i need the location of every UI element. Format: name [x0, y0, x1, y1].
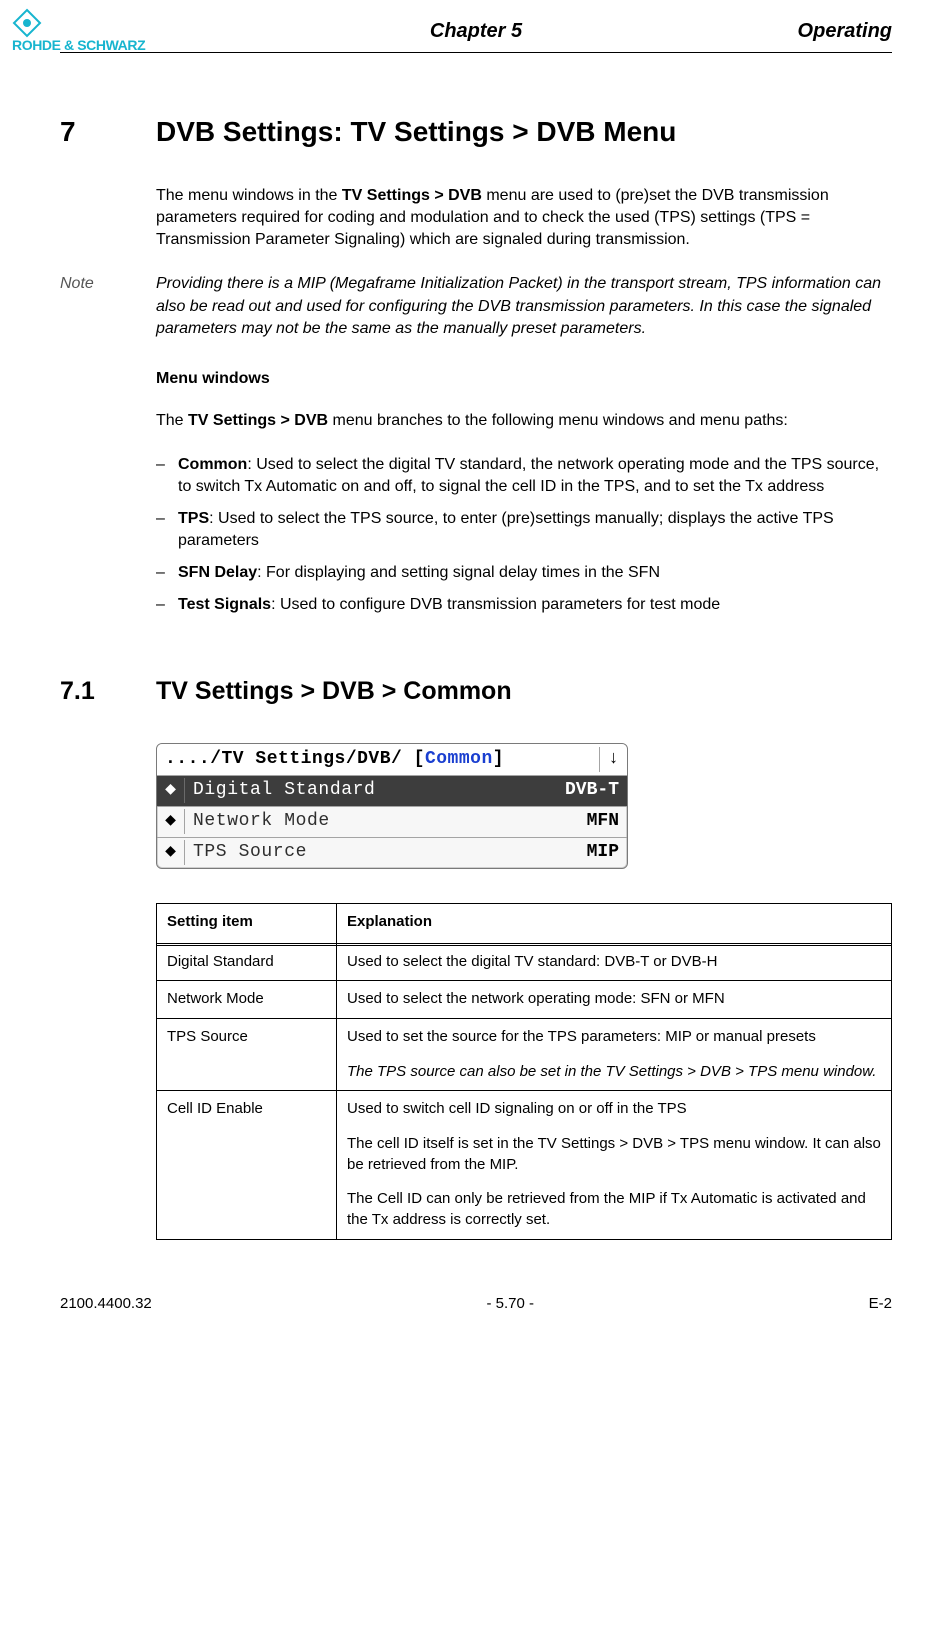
- list-item-title: SFN Delay: [178, 564, 257, 581]
- list-item: Test Signals: Used to configure DVB tran…: [156, 594, 892, 616]
- table-cell-explanation: Used to select the network operating mod…: [337, 981, 892, 1019]
- list-item-title: Common: [178, 456, 247, 473]
- table-row: Network Mode Used to select the network o…: [157, 981, 892, 1019]
- bracket-close: ]: [493, 749, 504, 769]
- table-header-row: Setting item Explanation: [157, 903, 892, 943]
- device-menu-screenshot: ..../TV Settings/DVB/ [Common] ↓ ◆ Digit…: [156, 743, 628, 869]
- menu-path-row: ..../TV Settings/DVB/ [Common] ↓: [157, 744, 627, 775]
- bracket-open: [: [414, 749, 425, 769]
- table-cell-paragraph: Used to set the source for the TPS param…: [347, 1027, 881, 1048]
- table-header-explanation: Explanation: [337, 903, 892, 943]
- settings-table: Setting item Explanation Digital Standar…: [156, 903, 892, 1240]
- branches-paragraph: The TV Settings > DVB menu branches to t…: [156, 410, 892, 432]
- down-arrow-icon: ↓: [599, 747, 627, 772]
- menu-path-current: Common: [425, 749, 493, 769]
- menu-path: ..../TV Settings/DVB/ [Common]: [157, 747, 599, 772]
- table-cell-setting-item: Network Mode: [157, 981, 337, 1019]
- intro-pre: The menu windows in the: [156, 187, 342, 204]
- menu-row-value: MFN: [579, 809, 627, 834]
- page-header: ROHDE & SCHWARZ Chapter 5 Operating: [60, 18, 892, 53]
- list-item: SFN Delay: For displaying and setting si…: [156, 562, 892, 584]
- list-item-text: : Used to select the TPS source, to ente…: [178, 510, 834, 549]
- list-item-title: TPS: [178, 510, 209, 527]
- menu-path-prefix: ..../TV Settings/DVB/: [165, 749, 414, 769]
- list-item-title: Test Signals: [178, 596, 271, 613]
- branches-pre: The: [156, 412, 188, 429]
- table-cell-explanation: Used to switch cell ID signaling on or o…: [337, 1091, 892, 1239]
- table-cell-paragraph: Used to select the digital TV standard: …: [347, 952, 881, 973]
- table-cell-setting-item: Cell ID Enable: [157, 1091, 337, 1239]
- table-cell-setting-item: TPS Source: [157, 1018, 337, 1090]
- table-cell-setting-item: Digital Standard: [157, 943, 337, 981]
- page-footer: 2100.4400.32 - 5.70 - E-2: [60, 1294, 892, 1315]
- table-cell-paragraph: The Cell ID can only be retrieved from t…: [347, 1189, 881, 1230]
- menu-row-label: TPS Source: [185, 840, 579, 865]
- brand-logo-icon: [12, 8, 42, 38]
- table-header-setting-item: Setting item: [157, 903, 337, 943]
- table-row: TPS Source Used to set the source for the…: [157, 1018, 892, 1090]
- list-item-text: : Used to configure DVB transmission par…: [271, 596, 720, 613]
- section-title: DVB Settings: TV Settings > DVB Menu: [156, 113, 676, 152]
- section-number: 7: [60, 113, 156, 152]
- table-cell-paragraph: Used to select the network operating mod…: [347, 989, 881, 1010]
- list-item-text: : Used to select the digital TV standard…: [178, 456, 879, 495]
- menu-windows-heading: Menu windows: [156, 368, 892, 390]
- list-item-text: : For displaying and setting signal dela…: [257, 564, 660, 581]
- note-body: Providing there is a MIP (Megaframe Init…: [156, 273, 892, 339]
- brand-name: ROHDE & SCHWARZ: [12, 36, 145, 55]
- spinner-icon: ◆: [157, 809, 185, 834]
- menu-row-value: MIP: [579, 840, 627, 865]
- section-7-heading: 7 DVB Settings: TV Settings > DVB Menu: [60, 113, 892, 152]
- menu-row-network-mode: ◆ Network Mode MFN: [157, 806, 627, 837]
- chapter-label: Chapter 5: [60, 18, 892, 46]
- section-7-1-heading: 7.1 TV Settings > DVB > Common: [60, 674, 892, 709]
- menu-row-value: DVB-T: [557, 778, 627, 803]
- intro-paragraph: The menu windows in the TV Settings > DV…: [156, 185, 892, 251]
- subsection-number: 7.1: [60, 674, 156, 709]
- subsection-title: TV Settings > DVB > Common: [156, 674, 512, 709]
- footer-right: E-2: [869, 1294, 892, 1315]
- menu-row-tps-source: ◆ TPS Source MIP: [157, 837, 627, 868]
- menu-row-label: Digital Standard: [185, 778, 557, 803]
- menu-row-label: Network Mode: [185, 809, 579, 834]
- table-cell-paragraph: Used to switch cell ID signaling on or o…: [347, 1099, 881, 1120]
- table-cell-explanation: Used to select the digital TV standard: …: [337, 943, 892, 981]
- spinner-icon: ◆: [157, 840, 185, 865]
- section-label: Operating: [798, 18, 892, 46]
- footer-center: - 5.70 -: [486, 1294, 534, 1315]
- branches-bold: TV Settings > DVB: [188, 412, 328, 429]
- menu-row-digital-standard: ◆ Digital Standard DVB-T: [157, 775, 627, 806]
- footer-left: 2100.4400.32: [60, 1294, 152, 1315]
- table-cell-explanation: Used to set the source for the TPS param…: [337, 1018, 892, 1090]
- list-item: Common: Used to select the digital TV st…: [156, 454, 892, 498]
- table-cell-paragraph: The cell ID itself is set in the TV Sett…: [347, 1134, 881, 1175]
- note-label: Note: [60, 273, 156, 339]
- spinner-icon: ◆: [157, 778, 185, 803]
- table-row: Digital Standard Used to select the digit…: [157, 943, 892, 981]
- intro-bold: TV Settings > DVB: [342, 187, 482, 204]
- list-item: TPS: Used to select the TPS source, to e…: [156, 508, 892, 552]
- table-cell-paragraph: The TPS source can also be set in the TV…: [347, 1062, 881, 1083]
- table-row: Cell ID Enable Used to switch cell ID sig…: [157, 1091, 892, 1239]
- branches-post: menu branches to the following menu wind…: [328, 412, 788, 429]
- menu-windows-list: Common: Used to select the digital TV st…: [156, 454, 892, 616]
- note-block: Note Providing there is a MIP (Megaframe…: [60, 273, 892, 339]
